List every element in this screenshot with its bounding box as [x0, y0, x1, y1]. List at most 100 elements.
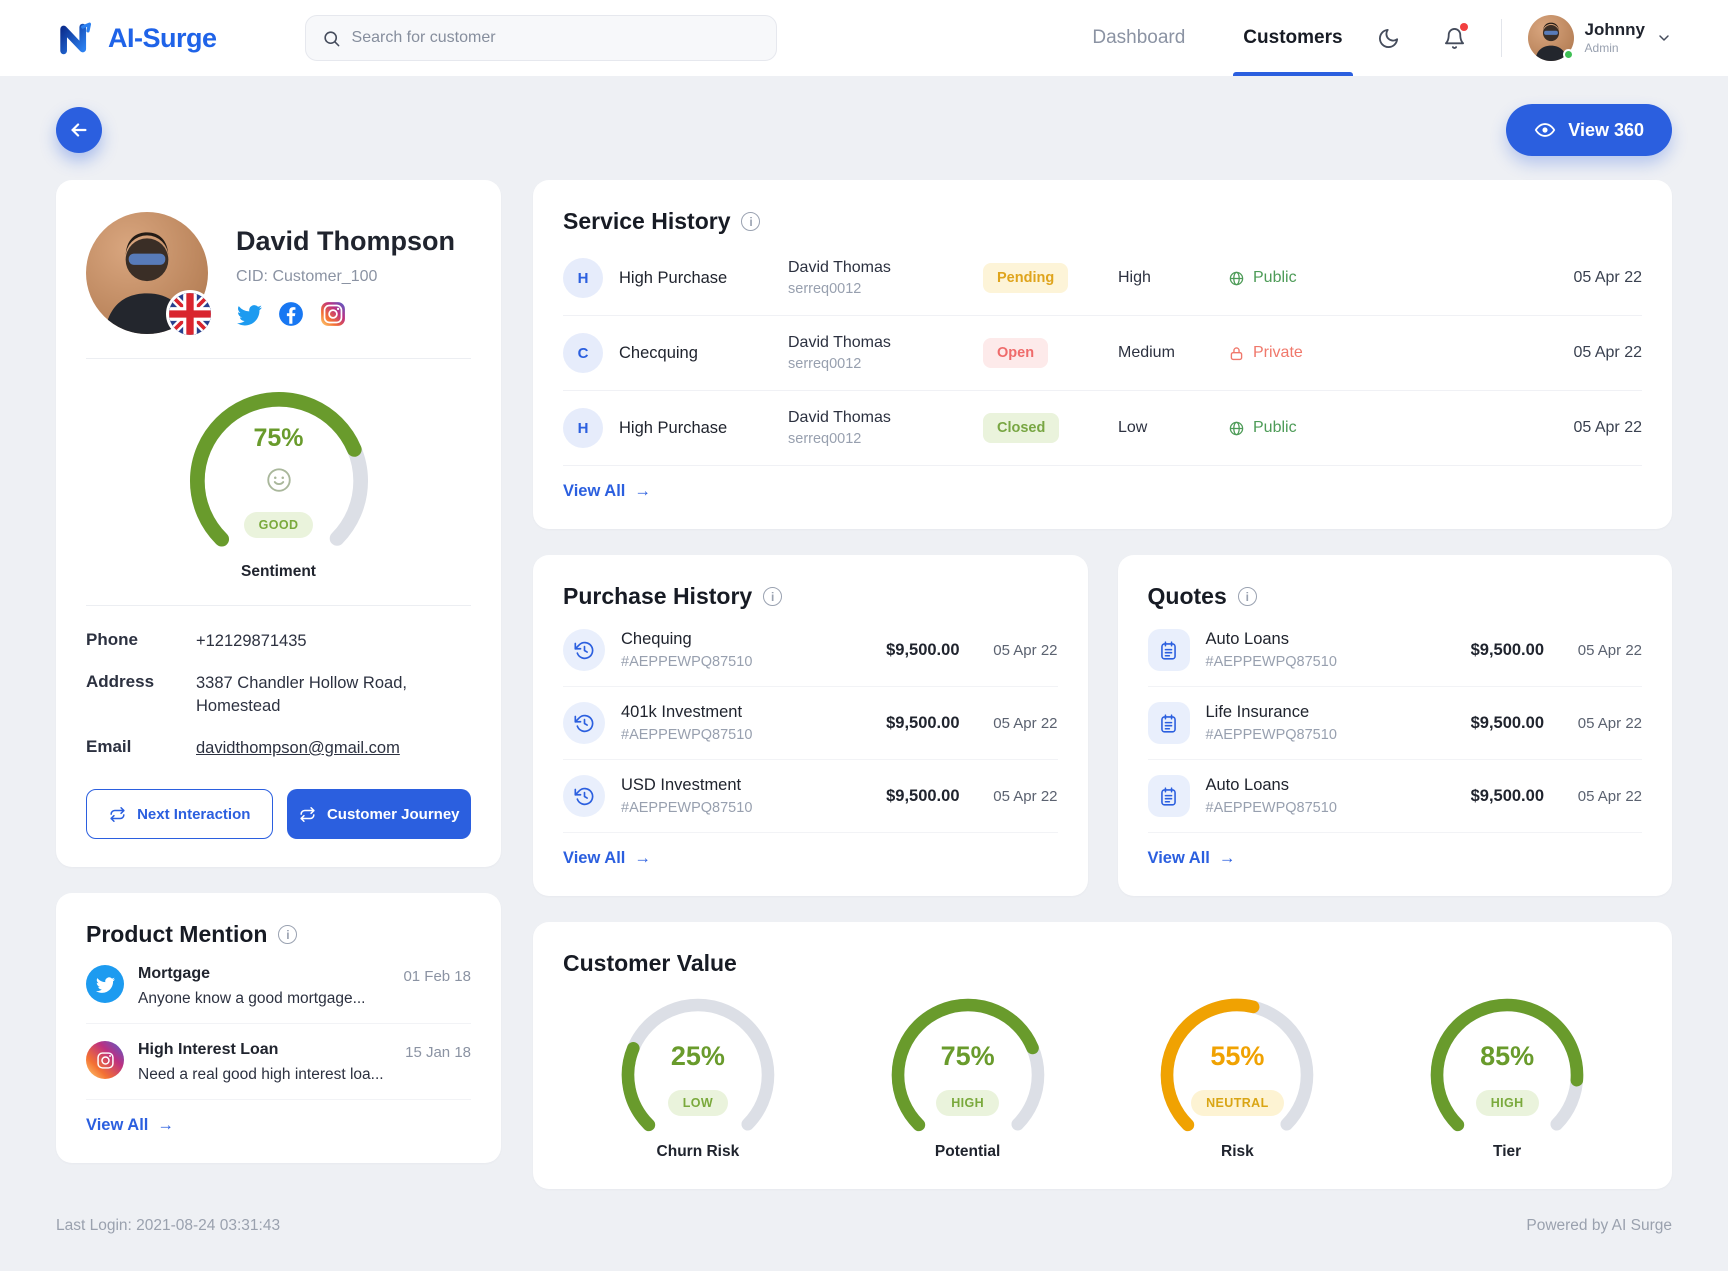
arrow-left-icon: [71, 123, 87, 137]
service-date: 05 Apr 22: [1573, 269, 1643, 286]
customer-journey-button[interactable]: Customer Journey: [286, 789, 471, 840]
quote-name: Auto Loans: [1205, 776, 1289, 794]
mention-product: High Interest Loan: [138, 1041, 279, 1059]
brand-logo[interactable]: AI-Surge: [56, 21, 217, 56]
notifications-button[interactable]: [1435, 18, 1475, 58]
info-icon[interactable]: i: [1237, 587, 1257, 606]
smiley-icon: [181, 465, 377, 495]
purchase-history-view-all[interactable]: View All →: [563, 849, 651, 868]
next-interaction-button[interactable]: Next Interaction: [86, 789, 273, 840]
gauge-potential: 75% HIGH Potential: [833, 991, 1103, 1161]
customer-journey-label: Customer Journey: [326, 805, 460, 823]
history-icon: [563, 775, 605, 817]
search-bar: [304, 15, 777, 61]
product-mention-view-all[interactable]: View All →: [86, 1116, 174, 1135]
product-mention-item[interactable]: Mortgage Anyone know a good mortgage... …: [86, 948, 471, 1025]
visibility-label: Private: [1253, 344, 1303, 361]
gauge-rating-badge: LOW: [667, 1090, 729, 1117]
purchase-name: 401k Investment: [621, 703, 743, 721]
notification-dot: [1459, 23, 1468, 31]
instagram-icon[interactable]: [320, 301, 346, 327]
agent-name: David Thomas: [788, 259, 891, 276]
quote-row[interactable]: Auto Loans #AEPPEWPQ87510 $9,500.00 05 A…: [1147, 614, 1642, 687]
purchase-row[interactable]: Chequing #AEPPEWPQ87510 $9,500.00 05 Apr…: [563, 614, 1058, 687]
purchase-row[interactable]: 401k Investment #AEPPEWPQ87510 $9,500.00…: [563, 687, 1058, 760]
info-icon[interactable]: i: [278, 925, 298, 945]
nav-dashboard[interactable]: Dashboard: [1092, 0, 1185, 76]
customer-id: CID: Customer_100: [236, 268, 378, 285]
page-footer: Last Login: 2021-08-24 03:31:43 Powered …: [56, 1189, 1672, 1271]
customer-value-card: Customer Value 25% LOW Churn Risk 75% HI…: [533, 922, 1672, 1189]
service-history-row[interactable]: H High Purchase David Thomas serreq0012 …: [563, 241, 1642, 316]
status-badge: Open: [983, 338, 1049, 368]
instagram-icon: [86, 1041, 124, 1080]
quote-row[interactable]: Auto Loans #AEPPEWPQ87510 $9,500.00 05 A…: [1147, 760, 1642, 833]
search-input[interactable]: [351, 29, 760, 47]
quotes-card: Quotes i Auto Loans #AEPPEWPQ87510 $9,50…: [1117, 555, 1672, 896]
customer-value-title: Customer Value: [563, 950, 737, 976]
gauge-percent: 25%: [670, 1041, 725, 1072]
gauge-tier: 85% HIGH Tier: [1372, 991, 1642, 1161]
view-all-label: View All: [563, 849, 626, 867]
address-value: 3387 Chandler Hollow Road, Homestead: [196, 674, 407, 715]
uk-flag-badge: [166, 290, 214, 338]
service-history-title: Service History: [563, 208, 731, 234]
twitter-icon: [86, 965, 124, 1004]
service-history-row[interactable]: H High Purchase David Thomas serreq0012 …: [563, 391, 1642, 466]
dark-mode-toggle[interactable]: [1369, 18, 1409, 58]
quotes-view-all[interactable]: View All →: [1148, 849, 1236, 868]
purchase-name: USD Investment: [621, 776, 742, 794]
journey-icon: [300, 806, 315, 822]
back-button[interactable]: [56, 107, 102, 153]
online-status-dot: [1562, 49, 1574, 60]
priority-label: Medium: [1118, 344, 1175, 361]
divider: [86, 358, 471, 359]
address-label: Address: [86, 672, 155, 692]
purchase-amount: $9,500.00: [886, 640, 960, 659]
visibility: Private: [1228, 344, 1368, 362]
nav-customers[interactable]: Customers: [1233, 0, 1353, 76]
service-ref: serreq0012: [788, 356, 862, 372]
page-toolbar: View 360: [56, 104, 1672, 156]
info-icon[interactable]: i: [741, 212, 761, 231]
service-initial-avatar: H: [563, 408, 603, 448]
email-link[interactable]: davidthompson@gmail.com: [196, 739, 400, 757]
service-agent: David Thomas serreq0012: [788, 259, 983, 297]
purchase-history-title: Purchase History: [563, 583, 753, 609]
quote-row[interactable]: Life Insurance #AEPPEWPQ87510 $9,500.00 …: [1147, 687, 1642, 760]
product-mention-title: Product Mention: [86, 921, 268, 948]
product-mention-item[interactable]: High Interest Loan Need a real good high…: [86, 1024, 471, 1101]
divider: [86, 605, 471, 606]
service-history-row[interactable]: C Checquing David Thomas serreq0012 Open…: [563, 316, 1642, 391]
twitter-icon[interactable]: [236, 301, 262, 327]
social-links: [236, 301, 455, 327]
purchase-row[interactable]: USD Investment #AEPPEWPQ87510 $9,500.00 …: [563, 760, 1058, 833]
priority-label: Low: [1118, 419, 1148, 436]
agent-name: David Thomas: [788, 409, 891, 426]
visibility: Public: [1228, 419, 1368, 437]
purchase-name: Chequing: [621, 630, 692, 648]
customer-avatar: [86, 212, 214, 338]
globe-icon: [1229, 271, 1244, 285]
quote-name: Auto Loans: [1205, 630, 1289, 648]
facebook-icon[interactable]: [278, 301, 304, 327]
header-divider: [1500, 19, 1502, 57]
sentiment-percent: 75%: [253, 424, 304, 453]
service-history-view-all[interactable]: View All →: [563, 482, 651, 501]
product-mention-card: Product Mention i Mortgage Anyone know a…: [56, 893, 501, 1164]
user-role: Admin: [1584, 41, 1619, 56]
mention-snippet: Anyone know a good mortgage...: [138, 990, 366, 1008]
sentiment-rating-badge: GOOD: [243, 512, 314, 539]
view-360-button[interactable]: View 360: [1506, 104, 1672, 156]
quote-date: 05 Apr 22: [1577, 787, 1642, 805]
mention-date: 15 Jan 18: [405, 1044, 471, 1062]
info-icon[interactable]: i: [763, 587, 783, 606]
email-label: Email: [86, 736, 132, 756]
user-name: Johnny: [1584, 19, 1645, 39]
contact-details: Phone +12129871435 Address 3387 Chandler…: [86, 630, 471, 759]
view-all-label: View All: [1147, 849, 1210, 867]
agent-name: David Thomas: [788, 334, 891, 351]
purchase-ref: #AEPPEWPQ87510: [621, 654, 753, 670]
user-menu[interactable]: Johnny Admin: [1527, 15, 1672, 61]
history-icon: [563, 629, 605, 671]
